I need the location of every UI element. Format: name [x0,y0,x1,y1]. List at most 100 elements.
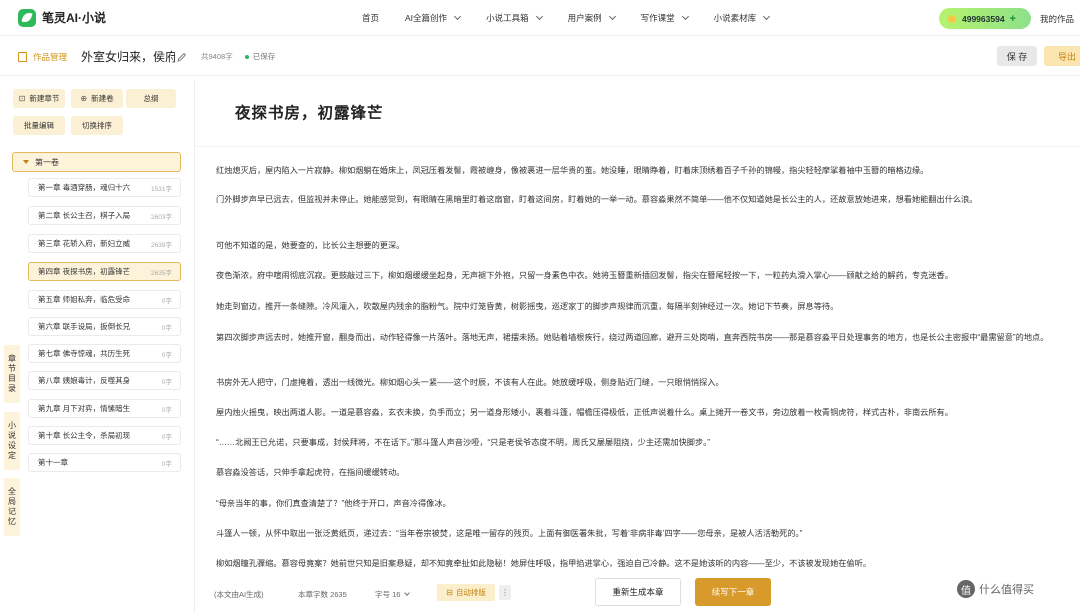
paragraph[interactable]: 斗篷人一顿，从怀中取出一张泛黄纸页，递过去：“当年卷宗被焚，这是唯一留存的残页。… [216,527,1078,540]
app-name: 笔灵AI·小说 [42,11,106,25]
save-button[interactable]: 保 存 [997,46,1037,66]
save-status: 已保存 [244,51,276,62]
tab-novel-settings[interactable]: 小说设定 [4,412,20,470]
chapter-title: 第五章 师姐私奔，临危受命 [38,295,131,304]
chapter-count: 2603字 [151,213,172,221]
font-size-label: 字号 16 [375,590,401,599]
chapter-item[interactable]: 第十章 长公主令，杀局初现 0字 [28,426,181,445]
nav-materials[interactable]: 小说素材库 [714,12,771,24]
continue-next-chapter-button[interactable]: 续写下一章 [695,578,771,606]
chapter-count: 0字 [161,297,172,305]
chapter-count: 0字 [161,351,172,359]
more-options-button[interactable]: ⋮ [499,585,511,600]
chapter-title: 第三章 花轿入府，新妇立威 [38,239,131,248]
nav-ai-create-label: AI全篇创作 [405,12,448,23]
chapter-item[interactable]: 第七章 佛寺惊魂，共历生死 0字 [28,344,181,363]
chapter-item[interactable]: 第十一章 0字 [28,453,181,472]
paragraph[interactable]: 慕容淼没答话，只伸手拿起虎符，在指间缓缓转动。 [216,466,1078,479]
work-manage-label: 作品管理 [33,51,68,62]
chevron-down-icon [454,12,462,20]
watermark-logo: 值 [957,580,975,598]
chapter-count: 0字 [161,460,172,468]
nav-ai-create[interactable]: AI全篇创作 [405,12,462,24]
tab-chapter-directory[interactable]: 章节目录 [4,345,20,403]
new-volume-label: 新建卷 [91,94,114,103]
chapter-count: 0字 [161,324,172,332]
plus-circle-icon: ⊕ [80,94,88,103]
paragraph[interactable]: 门外脚步声早已远去，但监视并未停止。她能感觉到，有眼睛在黑暗里盯着这扇窗，盯着这… [216,193,1078,206]
chapter-item[interactable]: 第五章 师姐私奔，临危受命 0字 [28,290,181,309]
chevron-down-icon [535,12,543,20]
coin-icon [948,14,956,23]
chevron-down-icon [681,12,689,20]
divider [195,146,1080,147]
top-nav: 笔灵AI·小说 首页 AI全篇创作 小说工具箱 用户案例 写作课堂 小说素材库 … [0,0,1080,36]
editor-area[interactable]: 夜探书房，初露锋芒 红烛熄灭后，屋内陷入一片寂静。柳如烟躺在婚床上，凤冠压着发髻… [195,80,1080,613]
paragraph[interactable]: 柳如烟瞳孔骤缩。慕容母竟案？她前世只知是旧案悬疑，却不知竟牵扯如此隐秘！她屏住呼… [216,557,1078,570]
nav-cases[interactable]: 用户案例 [568,12,616,24]
chapter-count: 1531字 [151,185,172,193]
paragraph[interactable]: “母亲当年的事，你们真查清楚了？”他终于开口，声音冷得像冰。 [216,497,1078,510]
nav-home[interactable]: 首页 [362,12,379,24]
chapter-sidebar: ⊡ 新建章节 ⊕ 新建卷 总纲 批量编辑 切换排序 第一卷 第一章 毒酒穿肠，魂归十… [4,80,195,613]
auto-layout-icon: ⊟ [446,588,453,597]
new-volume-button[interactable]: ⊕ 新建卷 [71,89,123,108]
work-manage-link[interactable]: 作品管理 [18,51,67,63]
chapter-count: 0字 [161,433,172,441]
chapter-item[interactable]: 第八章 姨娘毒计，反噬其身 0字 [28,371,181,390]
paragraph[interactable]: 她走到窗边，推开一条缝隙。冷风灌入，吹散屋内残余的脂粉气。院中灯笼昏黄，树影摇曳… [216,300,1078,313]
work-toolbar: 作品管理 外室女归来，侯府扌 共9408字 已保存 保 存 导出 [0,38,1080,76]
points-balance[interactable]: 499963594 + [939,8,1031,29]
save-status-label: 已保存 [252,52,276,61]
book-title[interactable]: 外室女归来，侯府扌 [81,48,175,65]
batch-edit-button[interactable]: 批量编辑 [13,116,65,135]
status-dot-icon [244,54,249,59]
chapter-title: 第八章 姨娘毒计，反噬其身 [38,376,131,385]
paragraph[interactable]: 红烛熄灭后，屋内陷入一片寂静。柳如烟躺在婚床上，凤冠压着发髻，霞被缠身，像被裹进… [216,164,1078,177]
new-chapter-label: 新建章节 [29,94,60,103]
chevron-down-icon [763,12,771,20]
volume-title: 第一卷 [35,157,59,167]
chapter-word-count: 本章字数 2635 [298,590,347,599]
nav-toolbox[interactable]: 小说工具箱 [486,12,543,24]
export-button[interactable]: 导出 [1044,46,1080,66]
my-works-link[interactable]: 我的作品 [1040,13,1074,25]
chapter-heading[interactable]: 夜探书房，初露锋芒 [235,101,384,123]
nav-classroom[interactable]: 写作课堂 [641,12,689,24]
chapter-item[interactable]: 第六章 联手设局，扳倒长兄 0字 [28,317,181,336]
caret-down-icon [23,160,29,164]
outline-button[interactable]: 总纲 [126,89,176,108]
chapter-item-active[interactable]: 第四章 夜探书房，初露锋芒 2635字 [28,262,181,281]
new-chapter-button[interactable]: ⊡ 新建章节 [13,89,65,108]
chapter-title: 第十章 长公主令，杀局初现 [38,431,131,440]
chapter-count: 0字 [161,378,172,386]
chapter-item[interactable]: 第二章 长公主召，棋子入局 2603字 [28,206,181,225]
edit-pencil-icon[interactable] [177,52,187,62]
paragraph[interactable]: 夜色渐浓，府中喧闹彻底沉寂。更鼓敲过三下，柳如烟缓缓坐起身，无声褪下外袍，只留一… [216,269,1078,282]
chapter-item[interactable]: 第九章 月下对弈，情愫暗生 0字 [28,399,181,418]
nav-toolbox-label: 小说工具箱 [486,12,529,23]
editor-footer: (本文由AI生成) 本章字数 2635 字号 16 ⊟ 自动排版 ⋮ 重新生成本章… [195,572,1080,613]
paragraph[interactable]: “……北阙王已允诺，只要事成，封侯拜将，不在话下。”那斗篷人声音沙哑，“只是老侯… [216,436,1078,449]
paragraph[interactable]: 可他不知道的是，她要查的，比长公主想要的更深。 [216,239,1078,252]
auto-layout-button[interactable]: ⊟ 自动排版 [437,584,495,601]
regenerate-chapter-button[interactable]: 重新生成本章 [595,578,681,606]
font-size-select[interactable]: 字号 16 [375,589,411,600]
volume-header[interactable]: 第一卷 [12,152,181,172]
chapter-item[interactable]: 第三章 花轿入府，新妇立威 2639字 [28,234,181,253]
main-nav: 首页 AI全篇创作 小说工具箱 用户案例 写作课堂 小说素材库 [362,12,795,24]
chevron-down-icon [404,590,411,596]
paragraph[interactable]: 第四次脚步声远去时，她推开窗，翻身而出，动作轻得像一片落叶。落地无声，裙摆未扬。… [216,331,1078,344]
app-logo[interactable]: 笔灵AI·小说 [18,8,278,27]
chapter-count: 2635字 [151,269,172,277]
watermark-text: 什么值得买 [979,584,1034,596]
chapter-title: 第九章 月下对弈，情愫暗生 [38,404,131,413]
chapter-count: 0字 [161,406,172,414]
paragraph[interactable]: 屋内烛火摇曳，映出两道人影。一道是慕容淼，玄衣未换，负手而立；另一道身形矮小，裹… [216,406,1078,419]
paragraph[interactable]: 书房外无人把守，门虚掩着，透出一线微光。柳如烟心头一紧——这个时辰，不该有人在此… [216,376,1078,389]
document-icon [18,51,27,62]
chapter-item[interactable]: 第一章 毒酒穿肠，魂归十六 1531字 [28,178,181,197]
leaf-logo-icon [18,8,36,27]
tab-global-memory[interactable]: 全局记忆 [4,478,20,536]
switch-sort-button[interactable]: 切换排序 [71,116,123,135]
